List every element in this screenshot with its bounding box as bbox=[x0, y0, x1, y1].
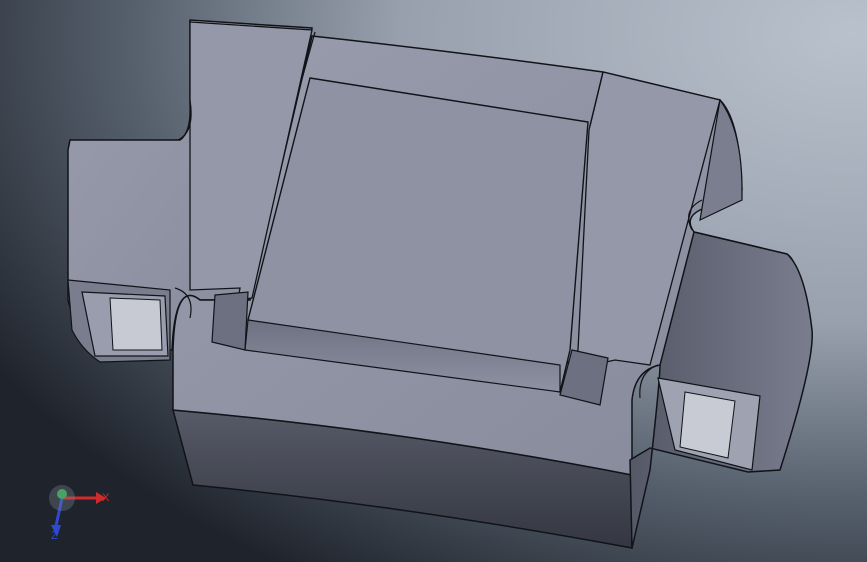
3d-part-model[interactable] bbox=[0, 0, 867, 562]
x-axis-label: X bbox=[102, 492, 110, 504]
xyz-triad-icon: X Z bbox=[40, 478, 120, 548]
graphics-viewport[interactable]: X Z bbox=[0, 0, 867, 562]
left-pocket-hole[interactable] bbox=[211, 291, 249, 351]
z-axis-label: Z bbox=[51, 530, 58, 542]
